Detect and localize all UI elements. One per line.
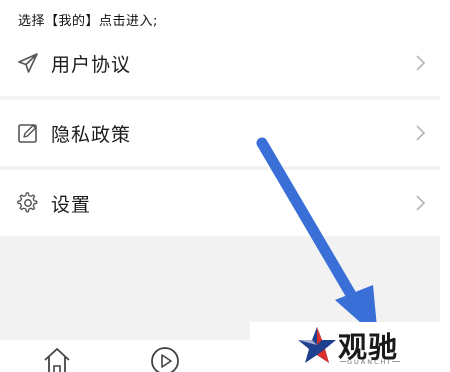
menu-item-label: 用户协议 bbox=[51, 53, 132, 76]
screen-edge bbox=[440, 0, 450, 372]
instruction-text: 选择【我的】点击进入; bbox=[18, 14, 158, 29]
menu-item-user-agreement[interactable]: 用户协议 bbox=[0, 30, 440, 96]
chevron-right-icon bbox=[416, 195, 426, 211]
gear-icon bbox=[17, 192, 38, 213]
menu-item-settings[interactable]: 设置 bbox=[0, 170, 440, 236]
watermark-subtext: GUANCHI bbox=[347, 358, 392, 366]
edit-icon bbox=[18, 124, 37, 143]
divider bbox=[392, 361, 400, 362]
divider bbox=[340, 361, 346, 362]
send-icon bbox=[18, 53, 38, 73]
home-icon[interactable] bbox=[42, 346, 72, 372]
star-logo-icon bbox=[298, 327, 336, 363]
chevron-right-icon bbox=[416, 125, 426, 141]
menu-item-label: 设置 bbox=[51, 193, 92, 216]
chevron-right-icon bbox=[416, 55, 426, 71]
play-icon[interactable] bbox=[150, 346, 180, 372]
menu-item-privacy-policy[interactable]: 隐私政策 bbox=[0, 100, 440, 166]
menu-item-label: 隐私政策 bbox=[51, 123, 132, 146]
